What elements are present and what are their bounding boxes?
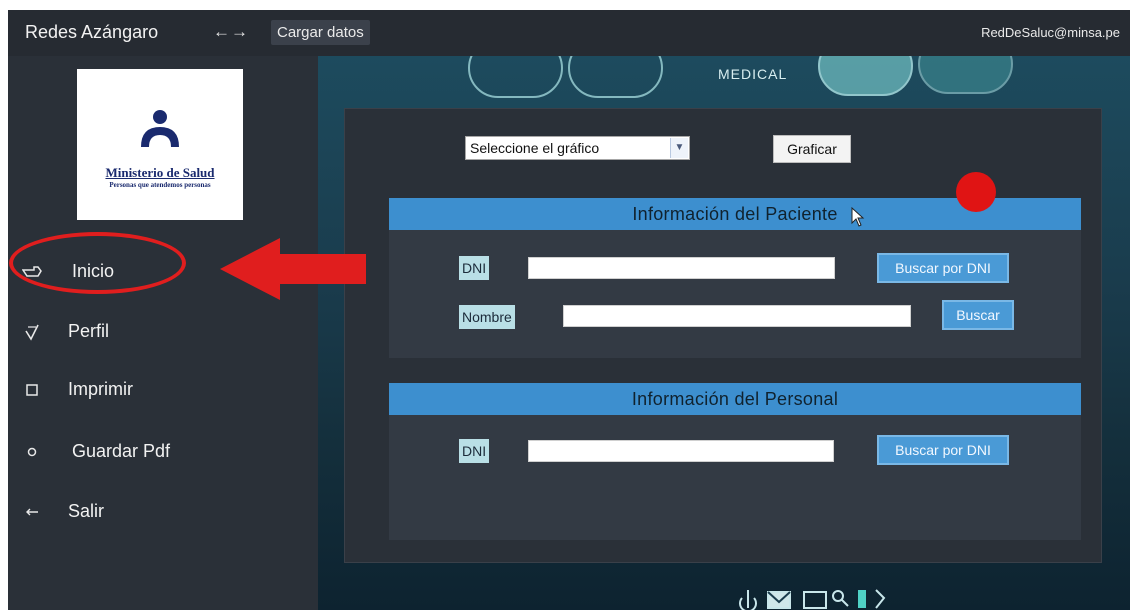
patient-section: Información del Paciente DNI Buscar por …	[389, 198, 1081, 358]
annotation-dot	[956, 172, 996, 212]
decor-hex	[568, 56, 663, 98]
chart-select[interactable]: Seleccione el gráfico ▼	[465, 136, 690, 160]
patient-dni-label: DNI	[459, 256, 490, 280]
user-email: RedDeSaluc@minsa.pe	[981, 25, 1120, 40]
bottom-decor-icons	[739, 589, 886, 610]
staff-search-dni-button[interactable]: Buscar por DNI	[877, 435, 1009, 465]
circle-icon	[22, 442, 42, 462]
mouse-cursor-icon	[851, 207, 865, 227]
sidebar-item-label: Perfil	[68, 321, 110, 341]
sidebar-item-label: Imprimir	[68, 379, 133, 399]
graficar-button[interactable]: Graficar	[773, 135, 851, 163]
chevron-down-icon[interactable]: ▼	[670, 138, 688, 158]
sidebar-item-guardar-pdf[interactable]: Guardar Pdf	[8, 434, 308, 470]
medical-tag: MEDICAL	[718, 66, 788, 82]
app-title: Redes Azángaro	[25, 22, 159, 42]
sidebar-item-perfil[interactable]: Perfil	[8, 314, 308, 350]
ministry-tagline: Personas que atendemos personas	[109, 181, 211, 189]
ministry-emblem-icon	[141, 110, 179, 147]
arrow-left-icon	[22, 502, 42, 522]
check-icon	[22, 322, 42, 342]
sidebar-item-label: Guardar Pdf	[72, 441, 171, 461]
ministry-logo: Ministerio de Salud Personas que atendem…	[77, 69, 243, 220]
decor-hex	[468, 56, 563, 98]
staff-dni-label: DNI	[459, 439, 490, 463]
square-icon	[22, 380, 42, 400]
load-data-button[interactable]: Cargar datos	[271, 20, 370, 45]
decor-hex	[918, 56, 1013, 94]
sidebar-item-salir[interactable]: Salir	[8, 494, 308, 530]
app-window: Redes Azángaro ←→ Cargar datos RedDeSalu…	[8, 10, 1130, 610]
decor-hex	[818, 56, 913, 96]
patient-search-dni-button[interactable]: Buscar por DNI	[877, 253, 1009, 283]
sidebar: Ministerio de Salud Personas que atendem…	[8, 56, 318, 610]
patient-name-label: Nombre	[459, 305, 515, 329]
top-bar: Redes Azángaro ←→ Cargar datos RedDeSalu…	[8, 10, 1130, 56]
chart-select-value: Seleccione el gráfico	[470, 140, 600, 156]
patient-dni-input[interactable]	[528, 257, 835, 279]
annotation-ring	[9, 232, 186, 294]
ministry-name: Ministerio de Salud	[105, 165, 215, 180]
staff-dni-input[interactable]	[528, 440, 834, 462]
sidebar-item-label: Salir	[68, 501, 105, 521]
patient-name-input[interactable]	[563, 305, 911, 327]
patient-search-name-button[interactable]: Buscar	[942, 300, 1014, 330]
annotation-arrow-icon	[220, 238, 366, 300]
sidebar-item-imprimir[interactable]: Imprimir	[8, 372, 308, 408]
staff-section-title: Información del Personal	[389, 383, 1081, 415]
nav-arrows-icon[interactable]: ←→	[213, 22, 249, 42]
staff-section: Información del Personal DNI Buscar por …	[389, 383, 1081, 540]
